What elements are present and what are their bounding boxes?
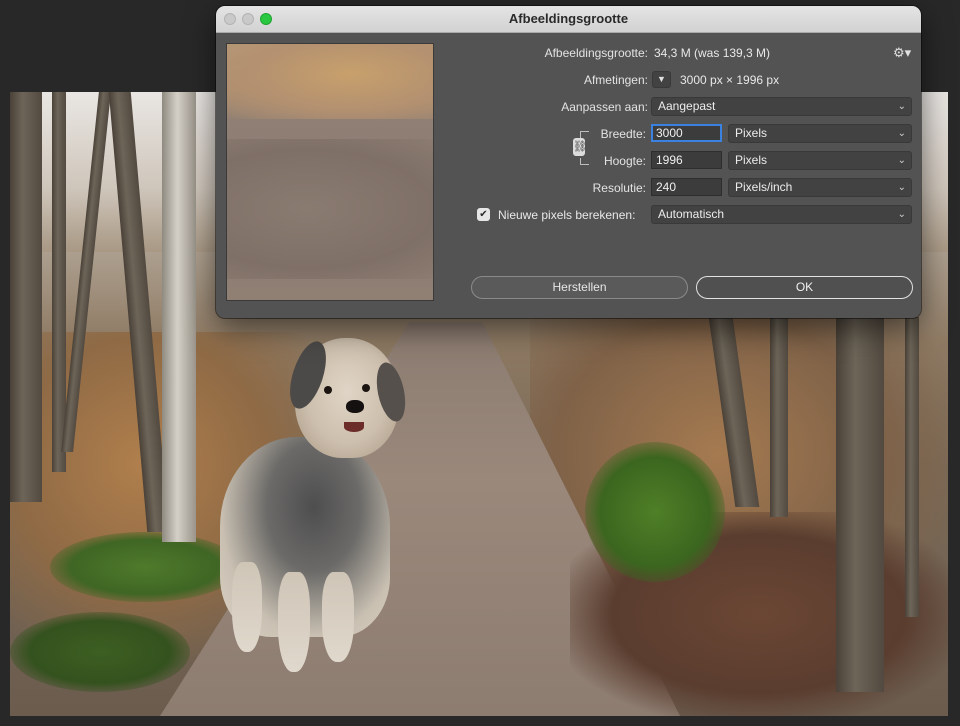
width-label: Breedte:: [600, 127, 646, 141]
photo-dog-leg: [322, 572, 354, 662]
dimensions-value: 3000 px × 1996 px: [680, 73, 780, 87]
preview-detail: [227, 139, 433, 279]
photo-moss: [10, 612, 190, 692]
photo-dog-eye: [362, 384, 370, 392]
height-unit-value: Pixels: [735, 153, 768, 167]
dimensions-label: Afmetingen:: [583, 73, 648, 87]
resample-method-select[interactable]: Automatisch ⌄: [651, 205, 912, 224]
height-label: Hoogte:: [603, 154, 646, 168]
chevron-down-icon: ⌄: [897, 101, 906, 112]
height-unit-select[interactable]: Pixels ⌄: [728, 151, 912, 170]
chevron-down-icon: ▼: [657, 74, 666, 84]
image-preview[interactable]: [226, 43, 434, 301]
fit-to-value: Aangepast: [658, 99, 716, 113]
photo-tree: [162, 92, 196, 542]
chevron-down-icon: ⌄: [897, 209, 906, 220]
width-input[interactable]: 3000: [651, 124, 722, 142]
photo-moss: [585, 442, 725, 582]
photoshop-workspace: Afbeeldingsgrootte Afbeeldingsgrootte: 3…: [0, 0, 960, 726]
resample-checkbox[interactable]: ✔: [477, 208, 490, 221]
resample-method-value: Automatisch: [658, 207, 725, 221]
preview-detail: [227, 44, 433, 119]
image-size-label: Afbeeldingsgrootte:: [544, 46, 648, 60]
chevron-down-icon: ⌄: [897, 128, 906, 139]
resolution-input[interactable]: 240: [651, 178, 722, 196]
height-input[interactable]: 1996: [651, 151, 722, 169]
resolution-label: Resolutie:: [592, 181, 646, 195]
resolution-unit-value: Pixels/inch: [735, 180, 793, 194]
resolution-unit-select[interactable]: Pixels/inch ⌄: [728, 178, 912, 197]
photo-dog-leg: [278, 572, 310, 672]
photo-tree: [905, 317, 919, 617]
constrain-proportions-toggle[interactable]: ⛓: [572, 131, 589, 165]
reset-button[interactable]: Herstellen: [471, 276, 688, 299]
width-unit-select[interactable]: Pixels ⌄: [728, 124, 912, 143]
chevron-down-icon: ⌄: [897, 155, 906, 166]
photo-dog-eye: [324, 386, 332, 394]
photo-dog-nose: [346, 400, 364, 413]
dialog-titlebar[interactable]: Afbeeldingsgrootte: [216, 6, 921, 33]
width-unit-value: Pixels: [735, 126, 768, 140]
chevron-down-icon: ⌄: [897, 182, 906, 193]
checkmark-icon: ✔: [479, 209, 488, 220]
photo-moss: [50, 532, 240, 602]
link-icon: ⛓: [573, 138, 587, 156]
dialog-title: Afbeeldingsgrootte: [508, 11, 629, 26]
image-size-dialog: Afbeeldingsgrootte Afbeeldingsgrootte: 3…: [216, 6, 921, 318]
link-bracket-top: [580, 131, 589, 138]
gear-icon[interactable]: ⚙▾: [893, 45, 911, 61]
link-bracket-bottom: [580, 158, 589, 165]
photo-tree: [10, 92, 42, 502]
image-size-value: 34,3 M (was 139,3 M): [654, 46, 771, 60]
dimensions-units-dropdown[interactable]: ▼: [652, 71, 671, 88]
photo-dog-leg: [232, 562, 262, 652]
photo-tree: [770, 317, 788, 517]
ok-button[interactable]: OK: [696, 276, 913, 299]
resample-label: Nieuwe pixels berekenen:: [498, 208, 636, 222]
fit-to-select[interactable]: Aangepast ⌄: [651, 97, 912, 116]
photo-tree: [836, 317, 884, 692]
fit-to-label: Aanpassen aan:: [561, 100, 648, 114]
photo-dog-mouth: [344, 422, 364, 432]
